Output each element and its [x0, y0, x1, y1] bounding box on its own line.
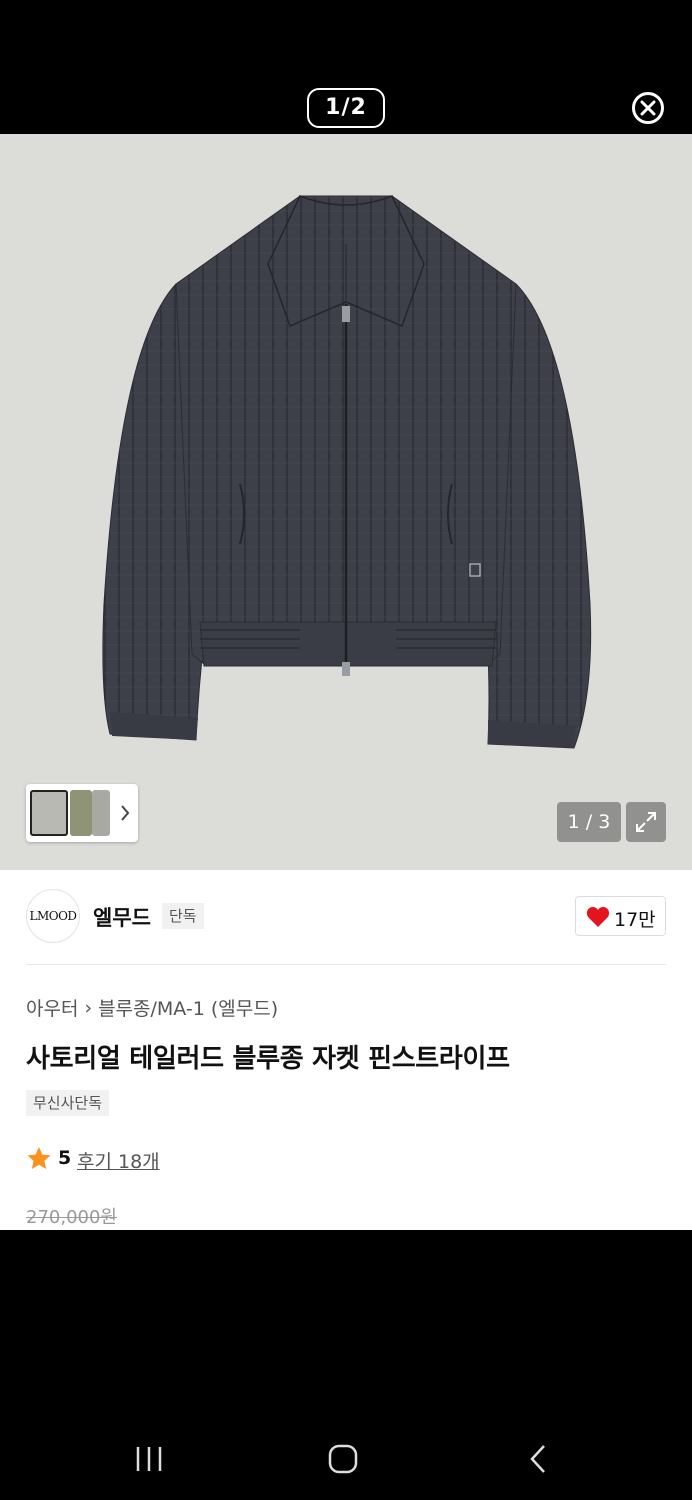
page-counter: 1/2 — [307, 88, 385, 128]
close-button[interactable] — [632, 92, 664, 124]
close-icon — [640, 100, 656, 116]
product-info: LMOOD 엘무드 단독 17만 아우터 › 블루종/MA-1 (엘무드) 사토리얼… — [0, 870, 692, 1230]
system-navigation-bar — [0, 1230, 692, 1500]
chevron-right-icon[interactable] — [118, 802, 132, 824]
breadcrumb-separator: › — [84, 996, 93, 1019]
breadcrumb-category[interactable]: 아우터 — [26, 998, 78, 1020]
heart-icon — [586, 907, 610, 927]
viewer-top-bar: 1/2 — [0, 0, 692, 134]
rating-value: 5 — [58, 1147, 72, 1169]
thumbnail-strip[interactable] — [26, 784, 138, 842]
exclusive-tag: 단독 — [162, 903, 204, 929]
jacket-product-image — [102, 195, 592, 749]
thumbnail-2[interactable] — [70, 790, 92, 836]
expand-icon — [636, 812, 656, 832]
brand-logo[interactable]: LMOOD — [26, 889, 80, 943]
breadcrumb-subcategory[interactable]: 블루종/MA-1 (엘무드) — [98, 998, 278, 1020]
expand-button[interactable] — [626, 802, 666, 842]
product-title: 사토리얼 테일러드 블루종 자켓 핀스트라이프 — [26, 1044, 510, 1074]
divider — [26, 964, 666, 965]
thumbnail-3[interactable] — [92, 790, 110, 836]
breadcrumb: 아우터 › 블루종/MA-1 (엘무드) — [26, 994, 278, 1021]
original-price: 270,000원 — [26, 1207, 117, 1228]
recent-apps-icon[interactable] — [134, 1444, 164, 1474]
star-icon — [27, 1147, 51, 1169]
like-button[interactable]: 17만 — [575, 896, 666, 936]
like-count: 17만 — [614, 909, 656, 931]
back-icon[interactable] — [524, 1444, 554, 1474]
thumbnail-1[interactable] — [30, 790, 68, 836]
exclusive-badge: 무신사단독 — [26, 1090, 110, 1116]
home-icon[interactable] — [328, 1444, 358, 1474]
brand-name[interactable]: 엘무드 — [93, 902, 151, 932]
product-image-viewer[interactable]: 1 / 3 — [0, 134, 692, 870]
review-count-link[interactable]: 후기 18개 — [77, 1147, 160, 1174]
image-counter: 1 / 3 — [557, 802, 621, 842]
